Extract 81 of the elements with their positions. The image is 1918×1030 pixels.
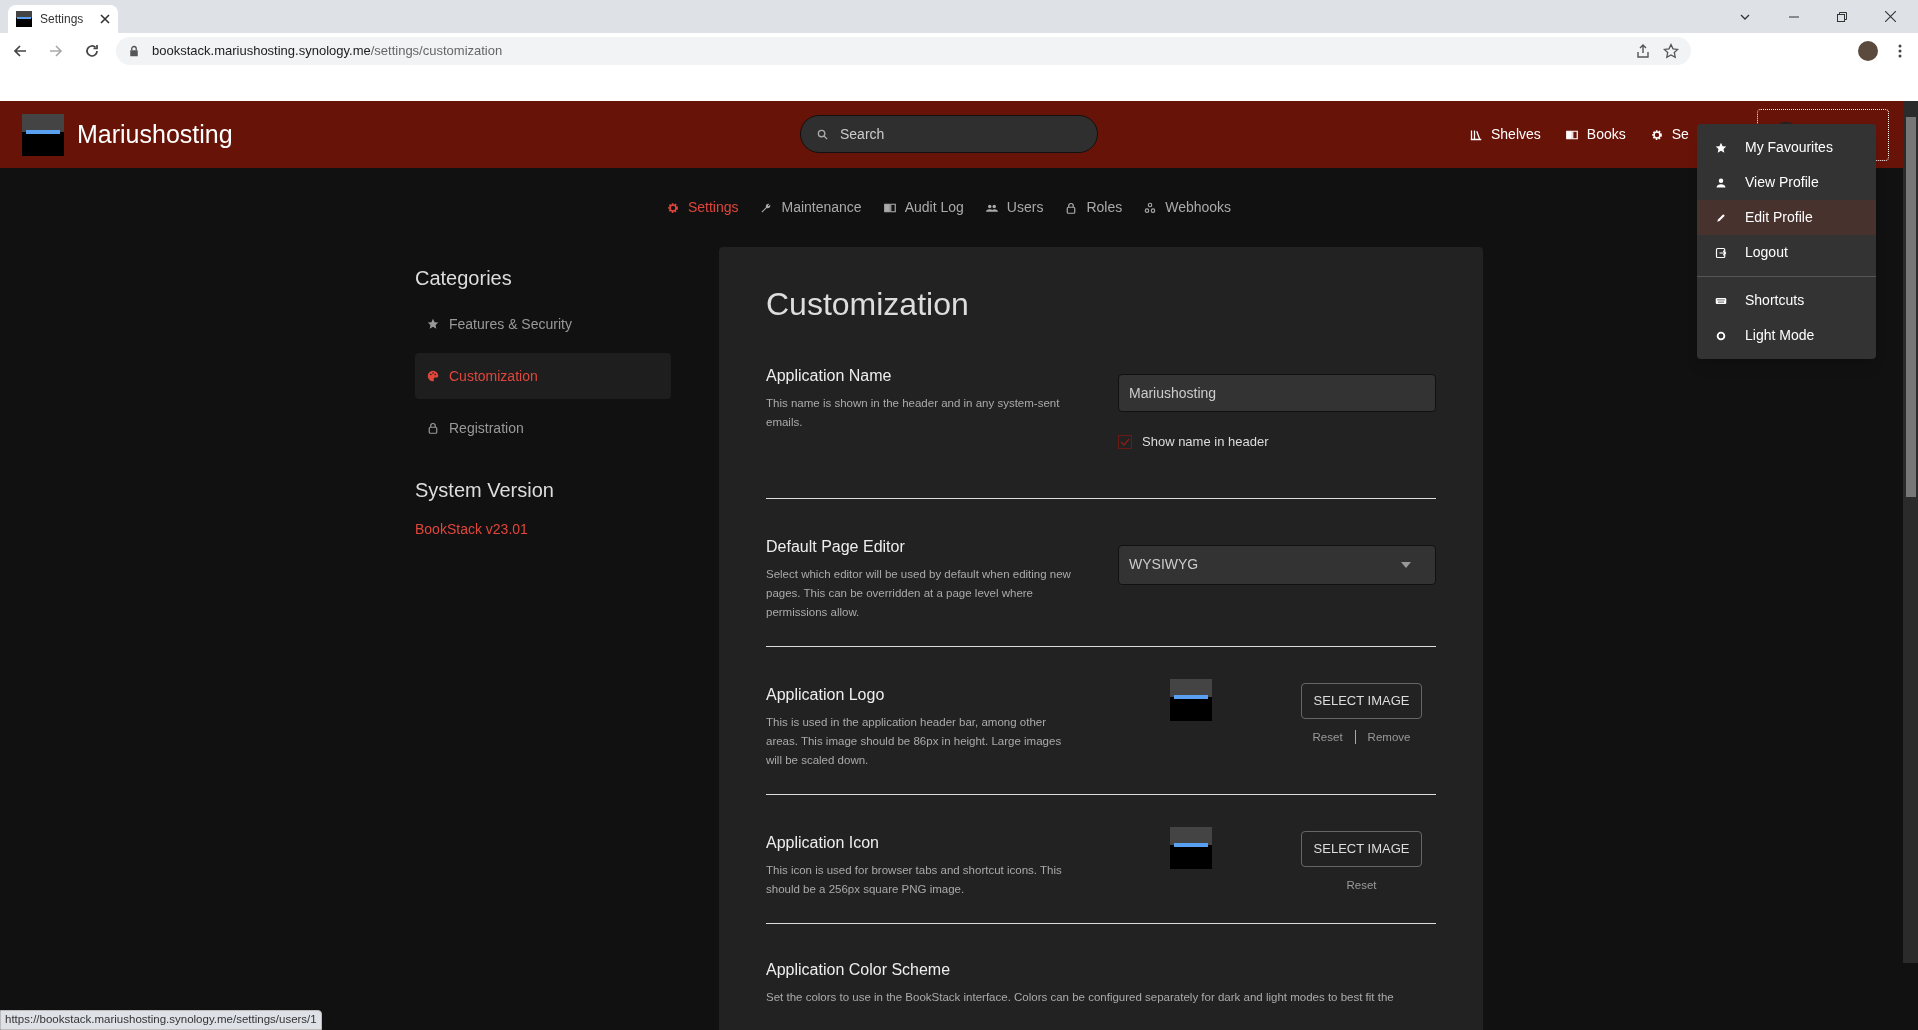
wrench-icon xyxy=(760,201,773,214)
settings-tab[interactable]: Webhooks xyxy=(1144,197,1232,218)
menu-item[interactable]: Logout xyxy=(1697,235,1876,270)
setting-label: Application Icon xyxy=(766,832,880,853)
close-icon[interactable] xyxy=(100,14,110,24)
nav-link[interactable]: Books xyxy=(1565,124,1626,145)
lock-icon xyxy=(1065,201,1078,214)
select-field[interactable]: WYSIWYG xyxy=(1118,544,1436,585)
book-icon xyxy=(1565,128,1578,141)
book-icon xyxy=(883,201,896,214)
share-icon[interactable] xyxy=(1635,42,1651,59)
settings-icon xyxy=(1650,128,1663,141)
avatar-icon[interactable] xyxy=(1858,40,1878,61)
sidebar-item[interactable]: Registration xyxy=(415,405,671,451)
checkbox-label[interactable]: Show name in header xyxy=(1142,432,1269,452)
palette-icon xyxy=(427,370,439,382)
setting-label: Application Name xyxy=(766,366,893,386)
favicon-icon xyxy=(16,11,32,27)
settings-tab[interactable]: Maintenance xyxy=(760,197,862,218)
setting-description: This icon is used for browser tabs and shortcut icons. This should be a 256px square PNG image. xyxy=(766,862,1063,897)
menu-item[interactable]: Light Mode xyxy=(1697,318,1876,353)
image-action-link[interactable]: Reset xyxy=(1312,728,1343,746)
menu-item[interactable]: View Profile xyxy=(1697,165,1876,200)
back-arrow-icon[interactable] xyxy=(12,42,28,59)
webhook-icon xyxy=(1144,201,1157,214)
nav-link[interactable]: Se xyxy=(1650,124,1689,145)
image-action-link[interactable]: Reset xyxy=(1346,876,1377,894)
star-icon xyxy=(1715,141,1727,154)
status-url: https://bookstack.mariushosting.synology.me/settings/users/1 xyxy=(0,1010,322,1030)
menu-item[interactable]: Edit Profile xyxy=(1697,200,1876,235)
nav-link[interactable]: Shelves xyxy=(1470,124,1541,145)
star-icon xyxy=(427,318,439,330)
restore-icon[interactable] xyxy=(1837,11,1847,22)
image-preview xyxy=(1170,826,1212,869)
text-field[interactable]: Mariushosting xyxy=(1118,374,1436,412)
setting-label: Default Page Editor xyxy=(766,536,906,557)
settings-tab[interactable]: Audit Log xyxy=(883,197,964,218)
sidebar-heading: System Version xyxy=(415,478,555,503)
checkbox[interactable] xyxy=(1118,434,1132,449)
close-icon[interactable] xyxy=(1885,11,1896,22)
scrollbar-thumb[interactable] xyxy=(1905,117,1916,497)
settings-tab[interactable]: Roles xyxy=(1065,197,1123,218)
sidebar-item[interactable]: Customization xyxy=(415,353,671,399)
sidebar-item[interactable]: Features & Security xyxy=(415,301,671,347)
page-title: Customization xyxy=(766,285,970,324)
setting-description: This is used in the application header bar, among other areas. This image should be 86px in height. Large images will be scaled down. xyxy=(766,714,1063,768)
setting-label: Application Color Scheme xyxy=(766,959,952,980)
search-input[interactable]: Search xyxy=(840,123,1060,145)
settings-tab[interactable]: Users xyxy=(985,197,1044,218)
lock-icon xyxy=(427,422,439,434)
person-icon xyxy=(1715,176,1727,189)
select-image-button[interactable]: SELECT IMAGE xyxy=(1301,830,1422,867)
url-text: bookstack.mariushosting.synology.me/settings/customization xyxy=(152,41,503,60)
setting-description: Select which editor will be used by default when editing new pages. This can be overridden at a page level where permissions allow. xyxy=(766,566,1071,620)
pencil-icon xyxy=(1715,211,1727,224)
sidebar-heading: Categories xyxy=(415,266,513,291)
address-bar[interactable]: bookstack.mariushosting.synology.me/settings/customization xyxy=(116,36,1691,65)
reload-icon[interactable] xyxy=(84,42,100,59)
menu-item[interactable]: Shortcuts xyxy=(1697,283,1876,318)
lock-icon xyxy=(128,44,140,57)
more-icon[interactable] xyxy=(1898,42,1902,59)
shelves-icon xyxy=(1470,128,1482,141)
app-name[interactable]: Mariushosting xyxy=(77,115,233,154)
setting-description: This name is shown in the header and in any system-sent emails. xyxy=(766,396,1061,430)
setting-label: Application Logo xyxy=(766,684,886,705)
search-icon xyxy=(817,128,828,140)
settings-icon xyxy=(666,201,679,214)
image-action-link[interactable]: Remove xyxy=(1367,728,1411,746)
star-icon[interactable] xyxy=(1663,42,1679,59)
setting-description: Set the colors to use in the BookStack interface. Colors can be configured separately for dark and light modes to best fit the xyxy=(766,989,1395,1005)
logout-icon xyxy=(1715,246,1727,259)
settings-tab[interactable]: Settings xyxy=(666,197,739,218)
menu-item[interactable]: My Favourites xyxy=(1697,130,1876,165)
caret-icon xyxy=(1401,561,1411,568)
select-image-button[interactable]: SELECT IMAGE xyxy=(1301,682,1422,719)
browser-tab[interactable]: Settings xyxy=(8,5,118,33)
sun-icon xyxy=(1715,329,1727,342)
logo-icon xyxy=(22,113,64,156)
version-link[interactable]: BookStack v23.01 xyxy=(415,521,528,537)
image-preview xyxy=(1170,678,1212,721)
search-field[interactable]: Search xyxy=(800,115,1098,153)
